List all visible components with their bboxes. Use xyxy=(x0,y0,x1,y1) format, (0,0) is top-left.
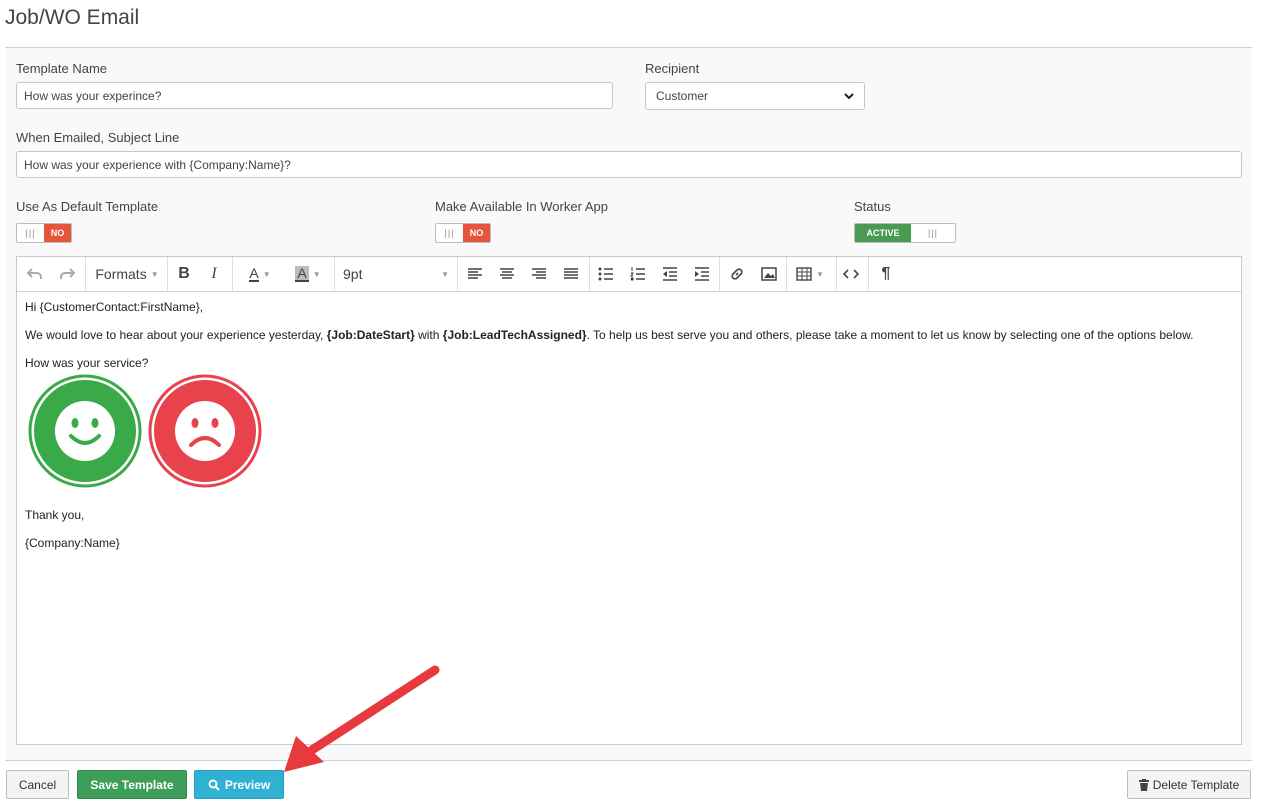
toolbar-separator xyxy=(232,257,233,292)
signature-line: {Company:Name} xyxy=(25,536,120,550)
date-start-token: {Job:DateStart} xyxy=(326,328,415,342)
bullet-list-icon[interactable] xyxy=(595,263,617,285)
caret-icon: ▼ xyxy=(441,269,449,279)
caret-icon: ▼ xyxy=(150,269,159,279)
cancel-button[interactable]: Cancel xyxy=(6,770,69,799)
toggle-grip-icon: ||| xyxy=(25,228,36,238)
caret-icon: ▼ xyxy=(312,269,321,279)
default-template-label: Use As Default Template xyxy=(16,199,159,214)
worker-app-label: Make Available In Worker App xyxy=(435,199,608,214)
toggle-state: NO xyxy=(44,224,71,242)
outdent-icon[interactable] xyxy=(659,263,681,285)
toolbar-separator xyxy=(589,257,590,292)
align-center-icon[interactable] xyxy=(496,263,518,285)
toolbar-separator xyxy=(786,257,787,292)
recipient-select[interactable]: Customer xyxy=(645,82,865,110)
greeting-line: Hi {CustomerContact:FirstName}, xyxy=(25,300,204,314)
template-name-label: Template Name xyxy=(16,61,108,76)
image-icon[interactable] xyxy=(758,263,780,285)
link-icon[interactable] xyxy=(726,263,748,285)
paragraph-icon[interactable]: ¶ xyxy=(875,263,897,285)
font-size-dropdown[interactable]: 9pt ▼ xyxy=(343,263,449,285)
numbered-list-icon[interactable] xyxy=(627,263,649,285)
message-line: We would love to hear about your experie… xyxy=(25,328,1193,342)
toolbar-separator xyxy=(334,257,335,292)
toggle-grip-icon: ||| xyxy=(927,228,938,238)
preview-button[interactable]: Preview xyxy=(194,770,284,799)
formats-dropdown[interactable]: Formats ▼ xyxy=(91,263,163,285)
message-text: We would love to hear about your experie… xyxy=(25,328,327,342)
recipient-selected-value: Customer xyxy=(656,89,709,103)
message-text: with xyxy=(414,328,443,342)
rich-text-editor[interactable]: Formats ▼ B I A ▼ A ▼ 9pt ▼ ▼ ¶ Hi {Cust… xyxy=(16,256,1242,745)
chevron-down-icon xyxy=(844,93,854,100)
caret-icon: ▼ xyxy=(816,269,824,279)
template-name-input[interactable] xyxy=(16,82,613,109)
sad-face-icon[interactable] xyxy=(148,374,262,488)
footer-divider xyxy=(5,760,1252,761)
save-template-button[interactable]: Save Template xyxy=(77,770,187,799)
toolbar-separator xyxy=(836,257,837,292)
toolbar-separator xyxy=(85,257,86,292)
worker-app-toggle[interactable]: ||| NO xyxy=(435,223,491,243)
toggle-state: ACTIVE xyxy=(855,224,911,242)
toolbar-separator xyxy=(457,257,458,292)
delete-template-button[interactable]: Delete Template xyxy=(1127,770,1251,799)
message-text: . To help us best serve you and others, … xyxy=(586,328,1194,342)
italic-icon[interactable]: I xyxy=(203,263,225,285)
toggle-state: NO xyxy=(463,224,490,242)
toolbar-separator xyxy=(719,257,720,292)
question-line: How was your service? xyxy=(25,356,149,370)
toolbar-separator xyxy=(868,257,869,292)
toolbar-separator xyxy=(167,257,168,292)
preview-label: Preview xyxy=(224,777,271,792)
source-code-icon[interactable] xyxy=(840,263,862,285)
page-title: Job/WO Email xyxy=(5,6,140,29)
align-left-icon[interactable] xyxy=(464,263,486,285)
justify-icon[interactable] xyxy=(560,263,582,285)
lead-tech-token: {Job:LeadTechAssigned} xyxy=(442,328,587,342)
toggle-grip-icon: ||| xyxy=(444,228,455,238)
editor-toolbar: Formats ▼ B I A ▼ A ▼ 9pt ▼ ▼ ¶ xyxy=(17,257,1241,292)
trash-icon xyxy=(1138,778,1149,791)
formats-label: Formats xyxy=(95,266,147,282)
bold-icon[interactable]: B xyxy=(173,263,195,285)
font-size-value: 9pt xyxy=(343,266,363,282)
redo-icon[interactable] xyxy=(55,263,79,285)
background-color-icon[interactable]: A ▼ xyxy=(287,263,329,285)
status-toggle[interactable]: ACTIVE ||| xyxy=(854,223,956,243)
recipient-label: Recipient xyxy=(645,61,700,76)
subject-input[interactable] xyxy=(16,151,1242,178)
text-color-icon[interactable]: A ▼ xyxy=(239,263,281,285)
caret-icon: ▼ xyxy=(262,269,271,279)
thanks-line: Thank you, xyxy=(25,508,85,522)
happy-face-icon[interactable] xyxy=(28,374,142,488)
delete-label: Delete Template xyxy=(1152,777,1240,792)
undo-icon[interactable] xyxy=(23,263,47,285)
subject-label: When Emailed, Subject Line xyxy=(16,130,180,145)
table-icon[interactable]: ▼ xyxy=(792,263,828,285)
align-right-icon[interactable] xyxy=(528,263,550,285)
indent-icon[interactable] xyxy=(691,263,713,285)
search-icon xyxy=(208,779,220,791)
default-template-toggle[interactable]: ||| NO xyxy=(16,223,72,243)
status-label: Status xyxy=(854,199,891,214)
